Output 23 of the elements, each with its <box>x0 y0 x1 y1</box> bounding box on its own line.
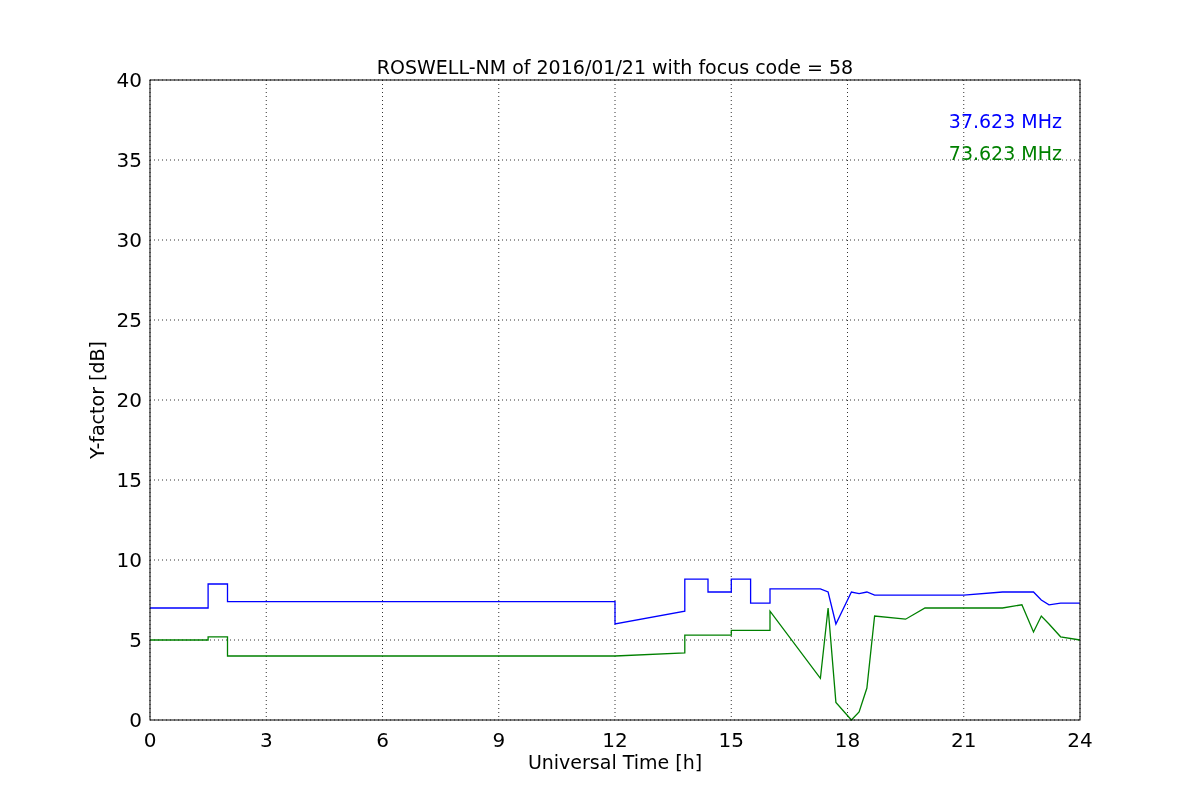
y-axis-label: Y-factor [dB] <box>86 341 108 459</box>
y-tick-label: 40 <box>116 68 142 92</box>
x-tick-label: 24 <box>1067 728 1093 752</box>
y-tick-label: 20 <box>116 388 142 412</box>
y-tick-label: 30 <box>116 228 142 252</box>
x-tick-label: 6 <box>376 728 389 752</box>
x-tick-label: 3 <box>259 728 273 752</box>
x-axis-label: Universal Time [h] <box>527 751 703 773</box>
x-tick-label: 0 <box>143 728 157 752</box>
chart-title: ROSWELL-NM of 2016/01/21 with focus code = 58 <box>376 56 854 78</box>
x-tick-label: 9 <box>492 728 506 752</box>
legend-label: 37.623 MHz <box>948 110 1062 132</box>
y-tick-label: 0 <box>129 708 142 732</box>
y-tick-label: 15 <box>116 468 142 492</box>
x-tick-label: 21 <box>951 728 977 752</box>
x-tick-label: 12 <box>602 728 628 752</box>
legend-label: 73.623 MHz <box>948 142 1062 164</box>
y-tick-label: 5 <box>129 628 142 652</box>
y-tick-label: 10 <box>116 548 142 572</box>
y-tick-label: 35 <box>116 148 142 172</box>
x-tick-label: 18 <box>834 728 861 752</box>
x-tick-label: 15 <box>718 728 744 752</box>
y-tick-label: 25 <box>116 308 142 332</box>
